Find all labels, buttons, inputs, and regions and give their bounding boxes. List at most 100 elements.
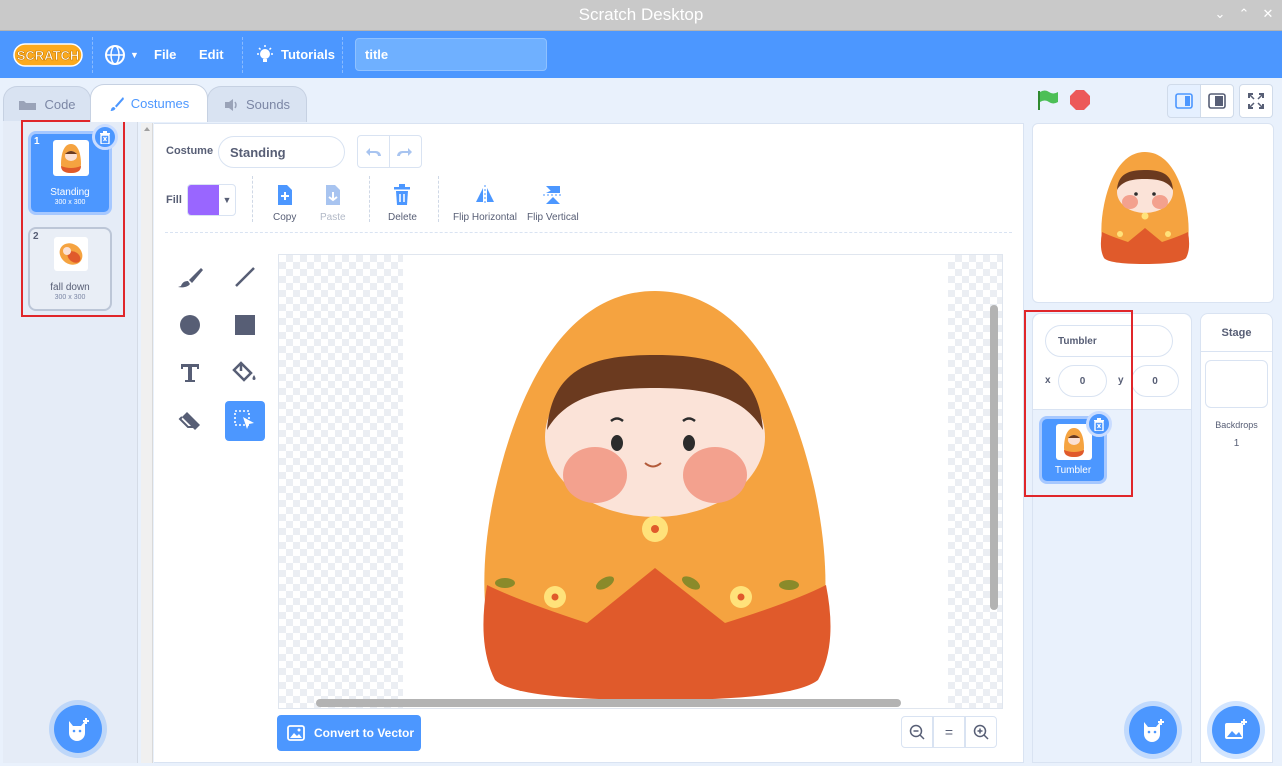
select-tool[interactable]: [225, 401, 265, 441]
small-stage-icon: [1175, 93, 1193, 109]
close-icon[interactable]: ✕: [1258, 5, 1278, 25]
delete-label: Delete: [388, 212, 417, 223]
flip-horizontal-button[interactable]: Flip Horizontal: [453, 184, 517, 223]
flip-vertical-label: Flip Vertical: [527, 212, 579, 223]
fill-color-picker[interactable]: ▼: [187, 184, 236, 216]
choose-backdrop-button[interactable]: [1212, 706, 1260, 754]
copy-label: Copy: [273, 212, 297, 223]
tab-code-label: Code: [44, 97, 76, 112]
canvas-vertical-scrollbar[interactable]: [990, 305, 998, 610]
stop-icon: [1070, 90, 1090, 110]
brush-icon: [109, 96, 124, 111]
trash-icon: [394, 184, 411, 205]
sprite-tile-label: Tumbler: [1054, 465, 1092, 476]
rectangle-tool[interactable]: [225, 305, 265, 345]
costume-thumbnail: [53, 140, 89, 176]
costume-thumbnail: [54, 237, 88, 271]
window-title: Scratch Desktop: [578, 5, 704, 24]
convert-to-vector-button[interactable]: Convert to Vector: [277, 715, 421, 751]
tab-sounds[interactable]: Sounds: [207, 86, 307, 122]
choose-sprite-button[interactable]: [1129, 706, 1177, 754]
select-cursor-icon: [234, 410, 254, 429]
text-tool[interactable]: [170, 353, 210, 393]
costume-tile-fall-down[interactable]: 2 fall down 300 x 300: [28, 227, 112, 311]
tab-costumes[interactable]: Costumes: [90, 84, 208, 122]
scratch-logo[interactable]: SCRATCH: [13, 31, 83, 78]
convert-to-vector-label: Convert to Vector: [314, 726, 415, 740]
redo-button[interactable]: [390, 136, 421, 167]
fullscreen-icon: [1248, 93, 1264, 109]
paint-canvas[interactable]: [278, 254, 1003, 709]
backdrop-thumbnail[interactable]: [1205, 360, 1268, 408]
delete-sprite-button[interactable]: [1086, 411, 1112, 437]
large-stage-icon: [1208, 93, 1226, 109]
menu-bar: SCRATCH ▼ File Edit Tutorials title: [0, 31, 1282, 78]
costume-list-scrollbar[interactable]: [141, 123, 153, 763]
tutorials-label: Tutorials: [281, 47, 335, 62]
copy-icon: [277, 185, 292, 205]
zoom-reset-button[interactable]: =: [933, 716, 965, 748]
stage-preview[interactable]: [1032, 123, 1274, 303]
brush-icon: [178, 268, 203, 288]
zoom-in-icon: [973, 724, 989, 740]
undo-button[interactable]: [358, 136, 390, 167]
tab-code[interactable]: Code: [3, 86, 91, 122]
stop-button[interactable]: [1069, 89, 1091, 114]
costume-name-input[interactable]: Standing: [218, 136, 345, 168]
trash-icon: [1094, 417, 1104, 431]
paint-bucket-icon: [232, 361, 256, 382]
backdrops-label: Backdrops: [1215, 420, 1258, 430]
language-menu[interactable]: ▼: [104, 31, 139, 78]
delete-costume-button[interactable]: [92, 124, 118, 150]
eraser-icon: [178, 412, 200, 430]
circle-tool[interactable]: [170, 305, 210, 345]
sprite-name-input[interactable]: Tumbler: [1045, 325, 1173, 357]
undo-redo-group: [357, 135, 422, 168]
line-tool[interactable]: [225, 257, 265, 297]
cat-add-icon: [1144, 719, 1164, 742]
tumbler-doll-drawing: [483, 291, 831, 700]
costume-number: 1: [34, 136, 40, 147]
green-flag-icon: [1038, 90, 1058, 110]
file-menu[interactable]: File: [154, 31, 176, 78]
brush-tool[interactable]: [170, 257, 210, 297]
green-flag-button[interactable]: [1036, 89, 1060, 114]
delete-button[interactable]: Delete: [388, 184, 417, 223]
fullscreen-button[interactable]: [1239, 84, 1273, 118]
backdrop-add-icon: [1225, 719, 1247, 739]
x-position-input[interactable]: 0: [1058, 365, 1107, 397]
eraser-tool[interactable]: [170, 401, 210, 441]
window-titlebar: Scratch Desktop ⌄ ⌃ ✕: [0, 0, 1282, 31]
paste-button[interactable]: Paste: [320, 184, 346, 223]
maximize-icon[interactable]: ⌃: [1234, 5, 1254, 25]
fill-tool[interactable]: [225, 353, 265, 393]
zoom-out-button[interactable]: [901, 716, 933, 748]
y-label: y: [1118, 375, 1124, 386]
paste-icon: [325, 185, 340, 205]
trash-icon: [100, 130, 110, 144]
copy-button[interactable]: Copy: [273, 184, 296, 223]
paste-label: Paste: [320, 212, 346, 223]
circle-icon: [180, 315, 200, 335]
flip-horizontal-icon: [475, 185, 494, 205]
speaker-icon: [224, 98, 237, 111]
zoom-out-icon: [909, 724, 925, 740]
tutorials-menu[interactable]: Tutorials: [256, 31, 335, 78]
zoom-in-button[interactable]: [965, 716, 997, 748]
edit-menu[interactable]: Edit: [199, 31, 224, 78]
image-icon: [287, 725, 305, 741]
y-position-input[interactable]: 0: [1131, 365, 1179, 397]
undo-icon: [366, 147, 382, 156]
minimize-icon[interactable]: ⌄: [1210, 5, 1230, 25]
canvas-horizontal-scrollbar[interactable]: [316, 699, 901, 707]
line-icon: [235, 267, 255, 287]
large-stage-button[interactable]: [1200, 84, 1234, 118]
code-blocks-icon: [19, 100, 37, 110]
small-stage-button[interactable]: [1167, 84, 1201, 118]
flip-vertical-button[interactable]: Flip Vertical: [527, 184, 579, 223]
text-icon: [181, 364, 199, 382]
choose-costume-button[interactable]: [54, 705, 102, 753]
project-title-input[interactable]: title: [355, 38, 547, 71]
fill-color-swatch: [188, 185, 219, 215]
costume-size: 300 x 300: [54, 294, 86, 301]
